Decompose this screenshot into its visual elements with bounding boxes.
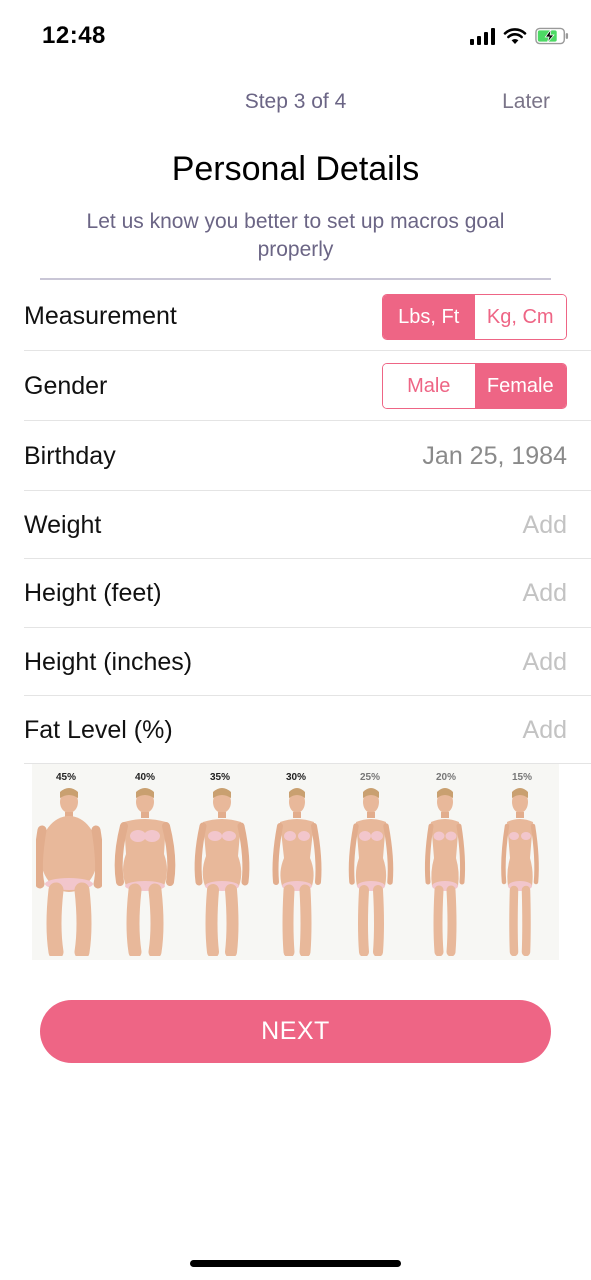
weight-input[interactable]: Add	[523, 511, 567, 540]
measurement-toggle: Lbs, Ft Kg, Cm	[382, 294, 567, 340]
status-time: 12:48	[42, 22, 106, 49]
body-figure-35	[194, 788, 250, 956]
fat-level-tag: 35%	[210, 772, 231, 783]
gender-label: Gender	[24, 372, 108, 400]
body-figure-45	[36, 788, 102, 956]
weight-label: Weight	[24, 511, 102, 539]
status-icons	[470, 26, 569, 46]
status-bar: 12:48	[0, 0, 591, 72]
fat-level-row[interactable]: Fat Level (%) Add	[24, 696, 591, 764]
measurement-row: Measurement Lbs, Ft Kg, Cm	[24, 282, 591, 351]
body-figure-15	[501, 788, 539, 956]
fat-level-tag: 40%	[135, 772, 156, 783]
body-figure-20	[424, 788, 466, 956]
battery-charging-icon	[535, 27, 569, 45]
fat-level-tag: 15%	[512, 772, 533, 783]
lbs-ft-option[interactable]: Lbs, Ft	[383, 295, 475, 339]
female-option[interactable]: Female	[474, 364, 566, 408]
next-button[interactable]: NEXT	[40, 1000, 551, 1063]
height-inches-input[interactable]: Add	[523, 648, 567, 677]
home-indicator	[190, 1260, 401, 1267]
cellular-signal-icon	[470, 27, 495, 45]
kg-cm-option[interactable]: Kg, Cm	[474, 295, 566, 339]
measurement-label: Measurement	[24, 302, 177, 330]
birthday-label: Birthday	[24, 442, 116, 470]
birthday-row[interactable]: Birthday Jan 25, 1984	[24, 421, 591, 491]
later-button[interactable]: Later	[502, 90, 550, 114]
fat-level-input[interactable]: Add	[523, 716, 567, 745]
wifi-icon	[503, 28, 527, 44]
body-fat-reference-image: 45% 40% 35% 30% 25% 20% 15%	[32, 764, 559, 960]
height-feet-input[interactable]: Add	[523, 579, 567, 608]
body-figure-40	[114, 788, 176, 956]
header-divider	[40, 278, 551, 280]
gender-row: Gender Male Female	[24, 351, 591, 421]
birthday-value[interactable]: Jan 25, 1984	[422, 442, 567, 471]
body-figure-30	[272, 788, 322, 956]
body-figure-25	[348, 788, 394, 956]
page-subtitle: Let us know you better to set up macros …	[86, 210, 505, 261]
gender-toggle: Male Female	[382, 363, 567, 409]
fat-level-tag: 25%	[360, 772, 381, 783]
height-feet-row[interactable]: Height (feet) Add	[24, 559, 591, 628]
page-title: Personal Details	[171, 150, 420, 188]
height-inches-label: Height (inches)	[24, 648, 193, 676]
fat-level-tag: 30%	[286, 772, 307, 783]
fat-level-label: Fat Level (%)	[24, 716, 173, 744]
height-inches-row[interactable]: Height (inches) Add	[24, 628, 591, 696]
fat-level-tag: 20%	[436, 772, 457, 783]
male-option[interactable]: Male	[383, 364, 475, 408]
weight-row[interactable]: Weight Add	[24, 491, 591, 559]
fat-level-tag: 45%	[56, 772, 77, 783]
height-feet-label: Height (feet)	[24, 579, 162, 607]
